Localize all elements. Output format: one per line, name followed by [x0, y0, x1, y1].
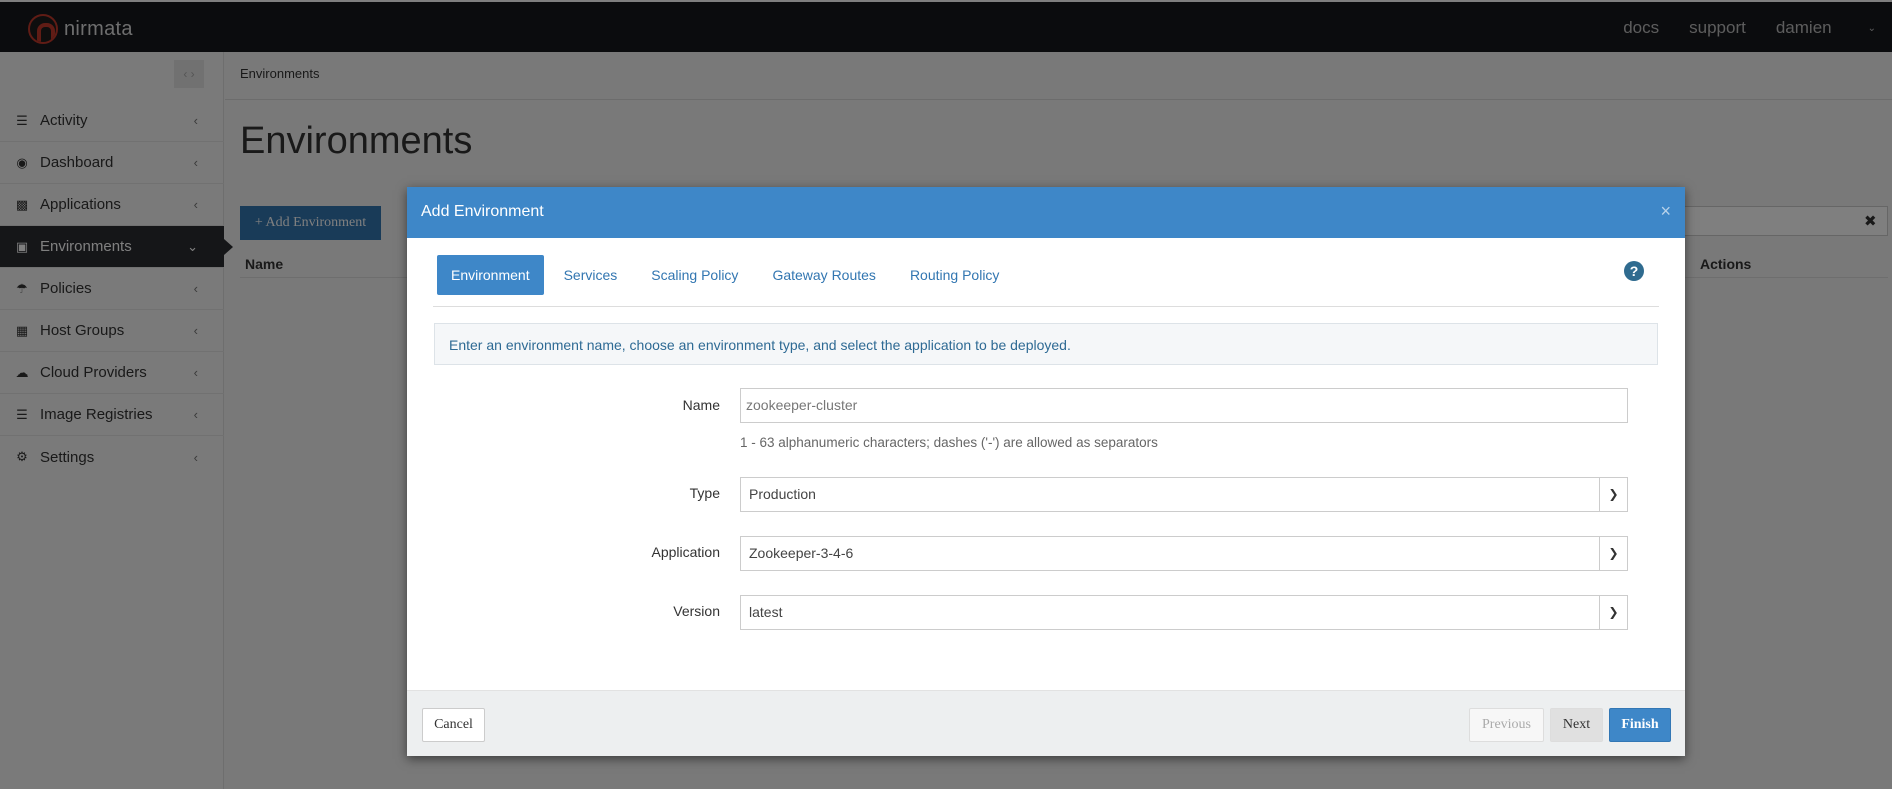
application-label: Application: [651, 544, 721, 560]
type-label: Type: [689, 485, 720, 501]
chevron-down-icon[interactable]: ❯: [1599, 596, 1627, 629]
modal-footer: Cancel Previous Next Finish: [407, 690, 1685, 756]
name-input[interactable]: zookeeper-cluster: [740, 388, 1628, 423]
modal-header: Add Environment ×: [407, 187, 1685, 238]
info-message: Enter an environment name, choose an env…: [434, 323, 1658, 365]
tab-services[interactable]: Services: [550, 255, 632, 295]
tab-scaling-policy[interactable]: Scaling Policy: [637, 255, 752, 295]
type-select[interactable]: Production ❯: [740, 477, 1628, 512]
tab-routing-policy[interactable]: Routing Policy: [896, 255, 1014, 295]
name-help-text: 1 - 63 alphanumeric characters; dashes (…: [740, 435, 1158, 450]
version-selected-value: latest: [749, 604, 783, 620]
previous-button[interactable]: Previous: [1469, 708, 1544, 742]
finish-button[interactable]: Finish: [1609, 708, 1671, 742]
type-selected-value: Production: [749, 486, 816, 502]
application-selected-value: Zookeeper-3-4-6: [749, 545, 854, 561]
tab-environment[interactable]: Environment: [437, 255, 544, 295]
tabs-divider: [433, 306, 1659, 307]
cancel-button[interactable]: Cancel: [422, 708, 485, 742]
application-select[interactable]: Zookeeper-3-4-6 ❯: [740, 536, 1628, 571]
tab-gateway-routes[interactable]: Gateway Routes: [758, 255, 890, 295]
close-icon[interactable]: ×: [1660, 201, 1671, 222]
chevron-down-icon[interactable]: ❯: [1599, 537, 1627, 570]
version-label: Version: [673, 603, 720, 619]
help-icon[interactable]: ?: [1624, 261, 1644, 281]
next-button[interactable]: Next: [1550, 708, 1603, 742]
wizard-tabs: Environment Services Scaling Policy Gate…: [437, 255, 1019, 295]
version-select[interactable]: latest ❯: [740, 595, 1628, 630]
chevron-down-icon[interactable]: ❯: [1599, 478, 1627, 511]
name-label: Name: [682, 397, 720, 413]
modal-title: Add Environment: [421, 203, 544, 220]
add-environment-modal: Add Environment × Environment Services S…: [407, 187, 1685, 756]
